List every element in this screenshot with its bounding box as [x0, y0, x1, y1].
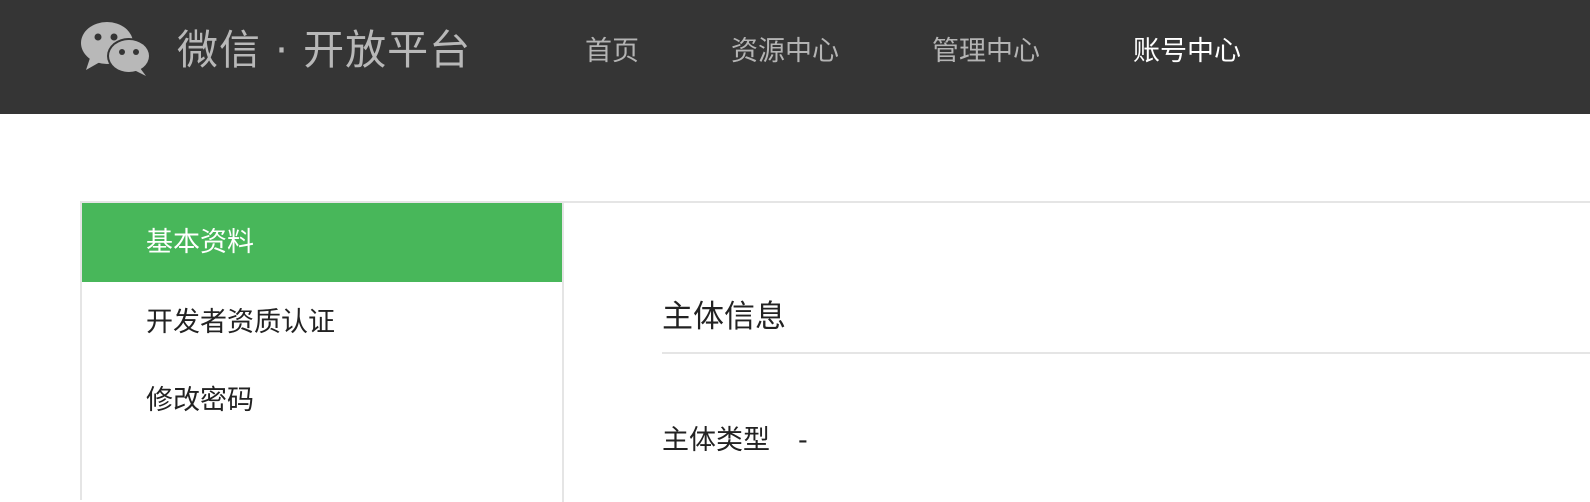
- nav-item-account-center[interactable]: 账号中心: [1133, 32, 1241, 72]
- wechat-logo-icon: [81, 22, 151, 76]
- nav-item-home[interactable]: 首页: [585, 32, 639, 72]
- entity-type-value: -: [798, 425, 808, 456]
- top-navigation-bar: 微信 · 开放平台 首页 资源中心 管理中心 账号中心: [0, 0, 1590, 114]
- nav-item-management-center[interactable]: 管理中心: [932, 32, 1040, 72]
- brand-title: 微信 · 开放平台: [177, 26, 472, 74]
- section-divider: [662, 352, 1590, 354]
- content-panel: 基本资料 开发者资质认证 修改密码: [80, 201, 1590, 502]
- sidebar-item-change-password[interactable]: 修改密码: [82, 361, 562, 440]
- sidebar-item-basic-info[interactable]: 基本资料: [82, 203, 562, 282]
- entity-type-label: 主体类型: [662, 425, 770, 456]
- section-title: 主体信息: [662, 299, 786, 335]
- nav-item-resource-center[interactable]: 资源中心: [731, 32, 839, 72]
- sidebar-item-developer-certification[interactable]: 开发者资质认证: [82, 283, 562, 362]
- sidebar: 基本资料 开发者资质认证 修改密码: [82, 203, 564, 502]
